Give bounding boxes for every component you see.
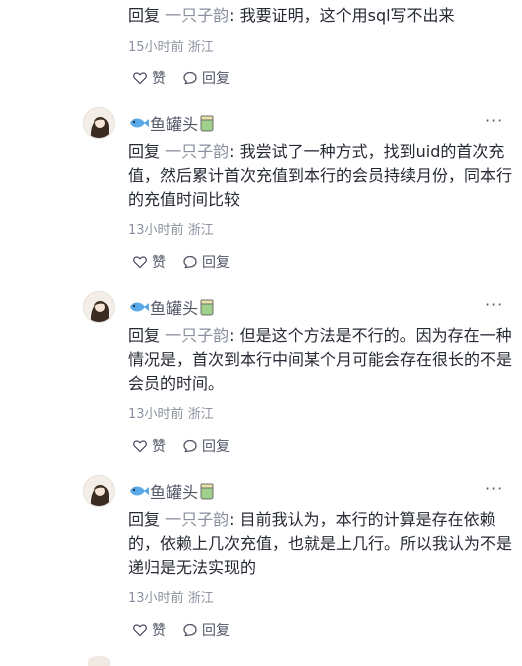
- heart-icon: [133, 72, 147, 85]
- reply-button[interactable]: 回复: [182, 620, 230, 640]
- comment-meta: 13小时前 浙江: [128, 222, 214, 240]
- comment-bubble-icon: [183, 71, 197, 85]
- mention-link[interactable]: 一只子韵: [165, 510, 229, 529]
- separator: :: [229, 6, 240, 25]
- reply-word: 回复: [128, 326, 161, 345]
- like-button[interactable]: 赞: [132, 68, 166, 88]
- more-options-button[interactable]: ···: [485, 479, 503, 498]
- author-name: 鱼罐头: [150, 483, 199, 502]
- reply-label: 回复: [202, 623, 230, 639]
- reply-word: 回复: [128, 142, 161, 161]
- comment-text: 回复 一只子韵: 目前我认为，本行的计算是存在依赖的，依赖上几次充值，也就是上几…: [128, 508, 513, 580]
- comment-location: 浙江: [187, 591, 214, 606]
- separator: :: [229, 142, 240, 161]
- reply-button[interactable]: 回复: [182, 68, 230, 88]
- avatar-image: [84, 292, 114, 322]
- more-options-button[interactable]: ···: [485, 111, 503, 130]
- avatar-partial: [88, 656, 110, 666]
- comment-bubble-icon: [183, 255, 197, 269]
- comment-actions: 赞 回复: [132, 68, 246, 88]
- comment-text: 回复 一只子韵: 我要证明，这个用sql写不出来: [128, 4, 455, 28]
- can-icon: [200, 299, 214, 316]
- reply-word: 回复: [128, 6, 161, 25]
- fish-icon: [130, 118, 149, 128]
- like-label: 赞: [152, 439, 166, 455]
- comment-actions: 赞 回复: [132, 436, 246, 456]
- comment-meta: 13小时前 浙江: [128, 406, 214, 424]
- can-icon: [200, 115, 214, 132]
- like-button[interactable]: 赞: [132, 436, 166, 456]
- comment-time: 13小时前: [128, 223, 184, 238]
- comment-location: 浙江: [187, 407, 214, 422]
- comment-author[interactable]: 鱼罐头: [128, 111, 215, 135]
- reply-label: 回复: [202, 439, 230, 455]
- comment-location: 浙江: [187, 40, 214, 55]
- like-button[interactable]: 赞: [132, 252, 166, 272]
- mention-link[interactable]: 一只子韵: [165, 6, 229, 25]
- fish-icon: [130, 302, 149, 312]
- comment-bubble-icon: [183, 439, 197, 453]
- comment-time: 13小时前: [128, 591, 184, 606]
- author-name: 鱼罐头: [150, 299, 199, 318]
- comment-meta: 13小时前 浙江: [128, 590, 214, 608]
- comment-location: 浙江: [187, 223, 214, 238]
- comment-time: 15小时前: [128, 40, 184, 55]
- avatar-image: [84, 108, 114, 138]
- comment-time: 13小时前: [128, 407, 184, 422]
- comment-bubble-icon: [183, 623, 197, 637]
- comment-author[interactable]: 鱼罐头: [128, 295, 215, 319]
- reply-word: 回复: [128, 510, 161, 529]
- like-button[interactable]: 赞: [132, 620, 166, 640]
- author-name: 鱼罐头: [150, 115, 199, 134]
- more-options-button[interactable]: ···: [485, 295, 503, 314]
- comment-author[interactable]: 鱼罐头: [128, 479, 215, 503]
- comment-meta: 15小时前 浙江: [128, 39, 214, 57]
- reply-button[interactable]: 回复: [182, 252, 230, 272]
- avatar[interactable]: [83, 291, 115, 323]
- avatar[interactable]: [83, 107, 115, 139]
- separator: :: [229, 510, 240, 529]
- fish-icon: [130, 486, 149, 496]
- comment-content: 我要证明，这个用sql写不出来: [239, 6, 455, 25]
- reply-button[interactable]: 回复: [182, 436, 230, 456]
- reply-label: 回复: [202, 255, 230, 271]
- reply-label: 回复: [202, 71, 230, 87]
- like-label: 赞: [152, 255, 166, 271]
- like-label: 赞: [152, 71, 166, 87]
- comment-actions: 赞 回复: [132, 620, 246, 640]
- mention-link[interactable]: 一只子韵: [165, 142, 229, 161]
- comment-text: 回复 一只子韵: 我尝试了一种方式，找到uid的首次充值，然后累计首次充值到本行…: [128, 140, 513, 212]
- avatar-image: [84, 476, 114, 506]
- separator: :: [229, 326, 240, 345]
- comment-actions: 赞 回复: [132, 252, 246, 272]
- comment-text: 回复 一只子韵: 但是这个方法是不行的。因为存在一种情况是，首次到本行中间某个月…: [128, 324, 513, 396]
- heart-icon: [133, 256, 147, 269]
- can-icon: [200, 483, 214, 500]
- heart-icon: [133, 624, 147, 637]
- avatar[interactable]: [83, 475, 115, 507]
- heart-icon: [133, 440, 147, 453]
- like-label: 赞: [152, 623, 166, 639]
- mention-link[interactable]: 一只子韵: [165, 326, 229, 345]
